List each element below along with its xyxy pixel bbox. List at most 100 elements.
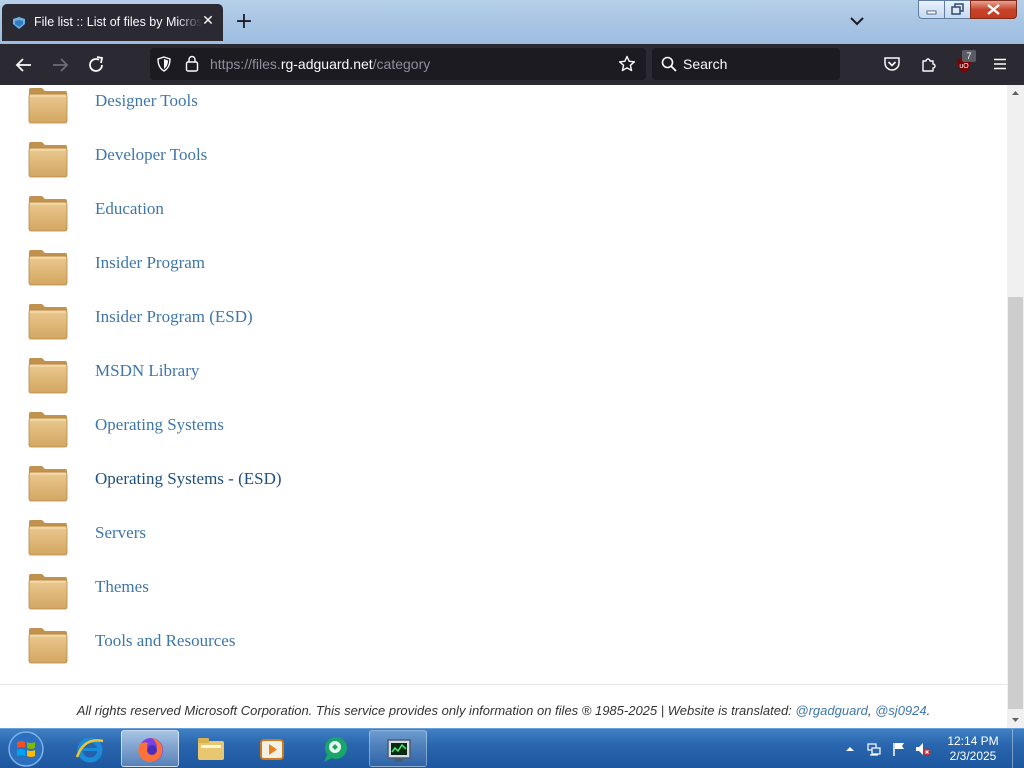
search-placeholder: Search [683,56,728,72]
url-prefix: https://files. [210,56,281,72]
category-link[interactable]: Designer Tools [95,91,198,111]
list-all-tabs-chevron-icon[interactable] [848,14,866,28]
scrollbar-thumb[interactable] [1008,297,1023,709]
taskbar-internet-explorer[interactable] [61,730,119,767]
browser-toolbar: https://files.rg-adguard.net/category Se… [0,44,1024,85]
volume-muted-icon[interactable] [915,741,931,757]
media-player-icon [260,739,284,760]
window-controls [918,0,1017,19]
network-icon[interactable] [866,741,882,757]
back-arrow-icon[interactable] [11,52,37,78]
footer-link-sj0924[interactable]: @sj0924 [875,703,927,718]
vertical-scrollbar[interactable] [1007,85,1024,728]
category-link[interactable]: MSDN Library [95,361,199,381]
url-text[interactable]: https://files.rg-adguard.net/category [210,56,430,72]
search-icon [661,56,677,72]
folder-icon[interactable] [28,140,68,178]
lock-icon[interactable] [185,55,199,72]
category-row: Designer Tools [0,85,1007,129]
category-row: Developer Tools [0,129,1007,183]
internet-explorer-icon [75,737,104,763]
scroll-down-arrow-icon[interactable] [1007,712,1024,728]
folder-icon[interactable] [28,86,68,124]
new-tab-button[interactable]: + [233,11,255,34]
minimize-button[interactable] [918,0,944,19]
category-list: Designer Tools Developer Tools Education In… [0,85,1007,669]
file-explorer-icon [198,738,224,760]
clock-date: 2/3/2025 [949,749,997,763]
clock-time: 12:14 PM [947,734,999,748]
url-path: /category [372,56,431,72]
taskbar-media-player[interactable] [243,730,301,767]
restore-button[interactable] [944,0,970,19]
folder-icon[interactable] [28,194,68,232]
category-link[interactable]: Insider Program [95,253,205,273]
show-desktop-button[interactable] [1012,729,1024,768]
hamburger-menu-icon[interactable] [991,55,1009,73]
address-bar[interactable]: https://files.rg-adguard.net/category [150,48,646,80]
rg-adguard-favicon-icon [13,17,25,29]
footer-link-rgadguard[interactable]: @rgadguard [795,703,867,718]
folder-icon[interactable] [28,572,68,610]
category-link[interactable]: Servers [95,523,146,543]
folder-icon[interactable] [28,248,68,286]
folder-icon[interactable] [28,464,68,502]
browser-tab-active[interactable]: File list :: List of files by Microsoft … [2,4,223,41]
category-row: Themes [0,561,1007,615]
folder-icon[interactable] [28,302,68,340]
category-link[interactable]: Insider Program (ESD) [95,307,253,327]
start-button-windows-logo-icon[interactable] [6,730,46,768]
close-window-button[interactable] [970,0,1017,19]
bookmark-star-icon[interactable] [618,55,636,73]
extensions-puzzle-icon[interactable] [920,55,938,73]
category-link[interactable]: Education [95,199,164,219]
category-row: Education [0,183,1007,237]
url-host: rg-adguard.net [280,56,373,72]
taskbar-messenger[interactable] [306,730,364,767]
category-link[interactable]: Themes [95,577,149,597]
minimize-icon [926,10,937,15]
category-link[interactable]: Operating Systems [95,415,224,435]
category-row: Insider Program (ESD) [0,291,1007,345]
tab-title: File list :: List of files by Microsoft [34,15,202,29]
tab-close-icon[interactable]: ✕ [201,14,215,28]
task-manager-icon [387,739,411,762]
category-row: Tools and Resources [0,615,1007,669]
tracking-protection-shield-icon[interactable] [156,56,172,72]
category-row: Insider Program [0,237,1007,291]
messenger-icon [324,737,347,762]
reload-icon[interactable] [83,52,109,78]
svg-text:uO: uO [959,63,969,70]
footer-divider [0,684,1007,685]
search-bar[interactable]: Search [652,48,840,80]
folder-icon[interactable] [28,518,68,556]
category-row: Operating Systems [0,399,1007,453]
category-link[interactable]: Tools and Resources [95,631,235,651]
forward-arrow-icon[interactable] [47,52,73,78]
taskbar-task-manager[interactable] [369,730,427,767]
browser-tab-bar: File list :: List of files by Microsoft … [0,0,1024,44]
system-clock[interactable]: 12:14 PM 2/3/2025 [940,734,1006,764]
category-row: MSDN Library [0,345,1007,399]
restore-icon [951,3,964,15]
firefox-icon [138,738,163,762]
category-link[interactable]: Operating Systems - (ESD) [95,469,282,489]
category-row: Operating Systems - (ESD) [0,453,1007,507]
folder-icon[interactable] [28,356,68,394]
taskbar-firefox[interactable] [121,730,179,767]
folder-icon[interactable] [28,626,68,664]
action-center-flag-icon[interactable] [891,741,907,757]
close-icon [987,4,1000,15]
folder-icon[interactable] [28,410,68,448]
category-row: Servers [0,507,1007,561]
show-hidden-icons-arrow-icon[interactable] [843,741,857,757]
category-link[interactable]: Developer Tools [95,145,207,165]
ublock-count-badge: 7 [962,50,976,62]
footer-end: . [926,703,931,718]
scroll-up-arrow-icon[interactable] [1007,85,1024,101]
page-content: Designer Tools Developer Tools Education In… [0,85,1007,728]
footer-text: All rights reserved Microsoft Corporatio… [76,703,796,718]
taskbar-file-explorer[interactable] [182,730,240,767]
windows-taskbar: 12:14 PM 2/3/2025 [0,728,1024,768]
pocket-icon[interactable] [883,55,901,73]
